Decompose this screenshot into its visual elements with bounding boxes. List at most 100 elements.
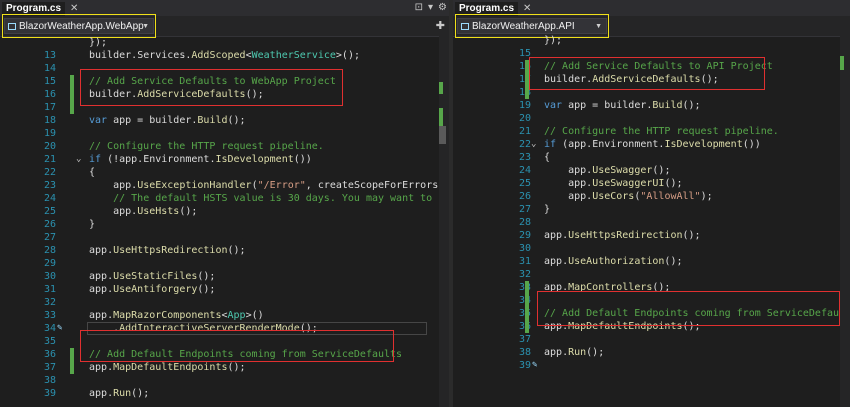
line-number: 30 — [43, 271, 56, 282]
line-number: 36 — [43, 349, 56, 360]
code-text: var app = builder.Build(); — [544, 100, 701, 111]
quick-action-pencil-icon[interactable]: ✎ — [532, 359, 537, 372]
code-text: builder.Services.AddScoped<WeatherServic… — [89, 50, 360, 61]
code-line[interactable]: 30 app.UseStaticFiles(); — [0, 270, 449, 283]
code-line[interactable]: 27 — [0, 231, 449, 244]
code-line[interactable]: 24 app.UseSwagger(); — [453, 164, 850, 177]
code-line[interactable]: }); — [0, 36, 449, 49]
left-vertical-scrollbar[interactable] — [439, 36, 449, 407]
code-line[interactable]: 13 builder.Services.AddScoped<WeatherServ… — [0, 49, 449, 62]
line-number: 27 — [43, 232, 56, 243]
left-scroll-thumb[interactable] — [439, 126, 446, 144]
code-line[interactable]: 20 // Configure the HTTP request pipeline… — [0, 140, 449, 153]
fold-chevron-icon[interactable]: ⌄ — [531, 138, 536, 151]
left-dropdown-icon[interactable]: ▾ — [428, 2, 433, 13]
left-scroll-change-mark — [439, 82, 443, 94]
code-line[interactable]: 21 ⌄ if (!app.Environment.IsDevelopment()) — [0, 153, 449, 166]
line-number: 25 — [518, 178, 531, 189]
code-text: app.UseHttpsRedirection(); — [544, 230, 701, 241]
code-line[interactable]: 25 app.UseSwaggerUI(); — [453, 177, 850, 190]
code-text: app.UseStaticFiles(); — [89, 271, 216, 282]
code-line[interactable]: 26 app.UseCors("AllowAll"); — [453, 190, 850, 203]
code-line[interactable]: 33 app.MapRazorComponents<App>() — [0, 309, 449, 322]
line-number: 29 — [43, 258, 56, 269]
code-text: var app = builder.Build(); — [89, 115, 246, 126]
right-vertical-scrollbar[interactable] — [840, 36, 850, 407]
right-tab-label: Program.cs — [459, 3, 515, 14]
line-number: 28 — [518, 217, 531, 228]
change-indicator — [525, 281, 529, 294]
code-line[interactable]: 19 var app = builder.Build(); — [453, 99, 850, 112]
right-scroll-change-mark — [840, 56, 844, 70]
code-line[interactable]: 21 // Configure the HTTP request pipeline… — [453, 125, 850, 138]
left-editor-pane: Program.cs ✕ ⊡ ▾ ⚙ BlazorWeatherApp.WebApp… — [0, 0, 449, 407]
left-settings-icon[interactable]: ⚙ — [438, 2, 447, 13]
code-line[interactable]: 22 { — [0, 166, 449, 179]
code-line[interactable]: 39 app.Run(); — [0, 387, 449, 400]
code-line[interactable]: 31 app.UseAuthorization(); — [453, 255, 850, 268]
code-line[interactable]: }); — [453, 34, 850, 47]
code-line[interactable]: 24 // The default HSTS value is 30 days.… — [0, 192, 449, 205]
code-line[interactable]: 25 app.UseHsts(); — [0, 205, 449, 218]
code-text: app.UseAntiforgery(); — [89, 284, 216, 295]
line-number: 39 — [518, 360, 531, 371]
code-line[interactable]: 30 — [453, 242, 850, 255]
change-indicator — [70, 88, 74, 101]
fold-chevron-icon[interactable]: ⌄ — [76, 153, 81, 166]
left-split-add-icon[interactable]: ✚ — [436, 18, 445, 34]
line-number: 22 — [518, 139, 531, 150]
left-pin-icon[interactable]: ⊡ — [415, 2, 423, 13]
line-number: 21 — [43, 154, 56, 165]
line-number: 24 — [43, 193, 56, 204]
line-number: 13 — [43, 50, 56, 61]
code-line[interactable]: 37 app.MapDefaultEndpoints(); — [0, 361, 449, 374]
left-default-endpoints-callout — [80, 330, 394, 362]
code-line[interactable]: 28 app.UseHttpsRedirection(); — [0, 244, 449, 257]
line-number: 26 — [518, 191, 531, 202]
line-number: 27 — [518, 204, 531, 215]
code-line[interactable]: 19 — [0, 127, 449, 140]
code-line[interactable]: 29 — [0, 257, 449, 270]
code-text: } — [544, 204, 551, 215]
quick-action-pencil-icon[interactable]: ✎ — [57, 322, 62, 335]
code-line[interactable]: 28 — [453, 216, 850, 229]
code-text: }); — [89, 37, 108, 48]
line-number: 23 — [518, 152, 531, 163]
left-scroll-change-mark — [439, 108, 443, 128]
code-text: // Configure the HTTP request pipeline. — [544, 126, 779, 137]
code-line[interactable]: 20 — [453, 112, 850, 125]
code-text: if (app.Environment.IsDevelopment()) — [544, 139, 761, 150]
line-number: 31 — [518, 256, 531, 267]
code-line[interactable]: 37 — [453, 333, 850, 346]
change-indicator — [70, 361, 74, 374]
right-code-editor[interactable]: });1516// Add Service Defaults to API Pr… — [453, 34, 850, 407]
code-line[interactable]: 26} — [0, 218, 449, 231]
code-text: { — [89, 167, 96, 178]
code-line[interactable]: 23 app.UseExceptionHandler("/Error", cre… — [0, 179, 449, 192]
code-line[interactable]: 23 { — [453, 151, 850, 164]
code-line[interactable]: 38 app.Run(); — [453, 346, 850, 359]
line-number: 14 — [43, 63, 56, 74]
line-number: 18 — [43, 115, 56, 126]
line-number: 17 — [43, 102, 56, 113]
line-number: 29 — [518, 230, 531, 241]
code-line[interactable]: 27} — [453, 203, 850, 216]
code-line[interactable]: 18 var app = builder.Build(); — [0, 114, 449, 127]
line-number: 20 — [518, 113, 531, 124]
code-text: app.UseSwaggerUI(); — [568, 178, 683, 189]
line-number: 38 — [518, 347, 531, 358]
code-line[interactable]: 39 ✎ — [453, 359, 850, 372]
line-number: 34 — [43, 323, 56, 334]
left-tab-tools: ⊡ ▾ ⚙ — [410, 1, 447, 15]
code-line[interactable]: 29 app.UseHttpsRedirection(); — [453, 229, 850, 242]
code-line[interactable]: 38 — [0, 374, 449, 387]
code-line[interactable]: 32 — [0, 296, 449, 309]
code-line[interactable]: 31 app.UseAntiforgery(); — [0, 283, 449, 296]
code-line[interactable]: 22 ⌄ if (app.Environment.IsDevelopment()) — [453, 138, 850, 151]
line-number: 19 — [518, 100, 531, 111]
line-number: 19 — [43, 128, 56, 139]
right-service-defaults-callout — [529, 57, 765, 90]
right-editor-pane: Program.cs ✕ BlazorWeatherApp.API ▼ }); 1… — [453, 0, 850, 407]
code-text: // Configure the HTTP request pipeline. — [89, 141, 324, 152]
code-line[interactable]: 32 — [453, 268, 850, 281]
